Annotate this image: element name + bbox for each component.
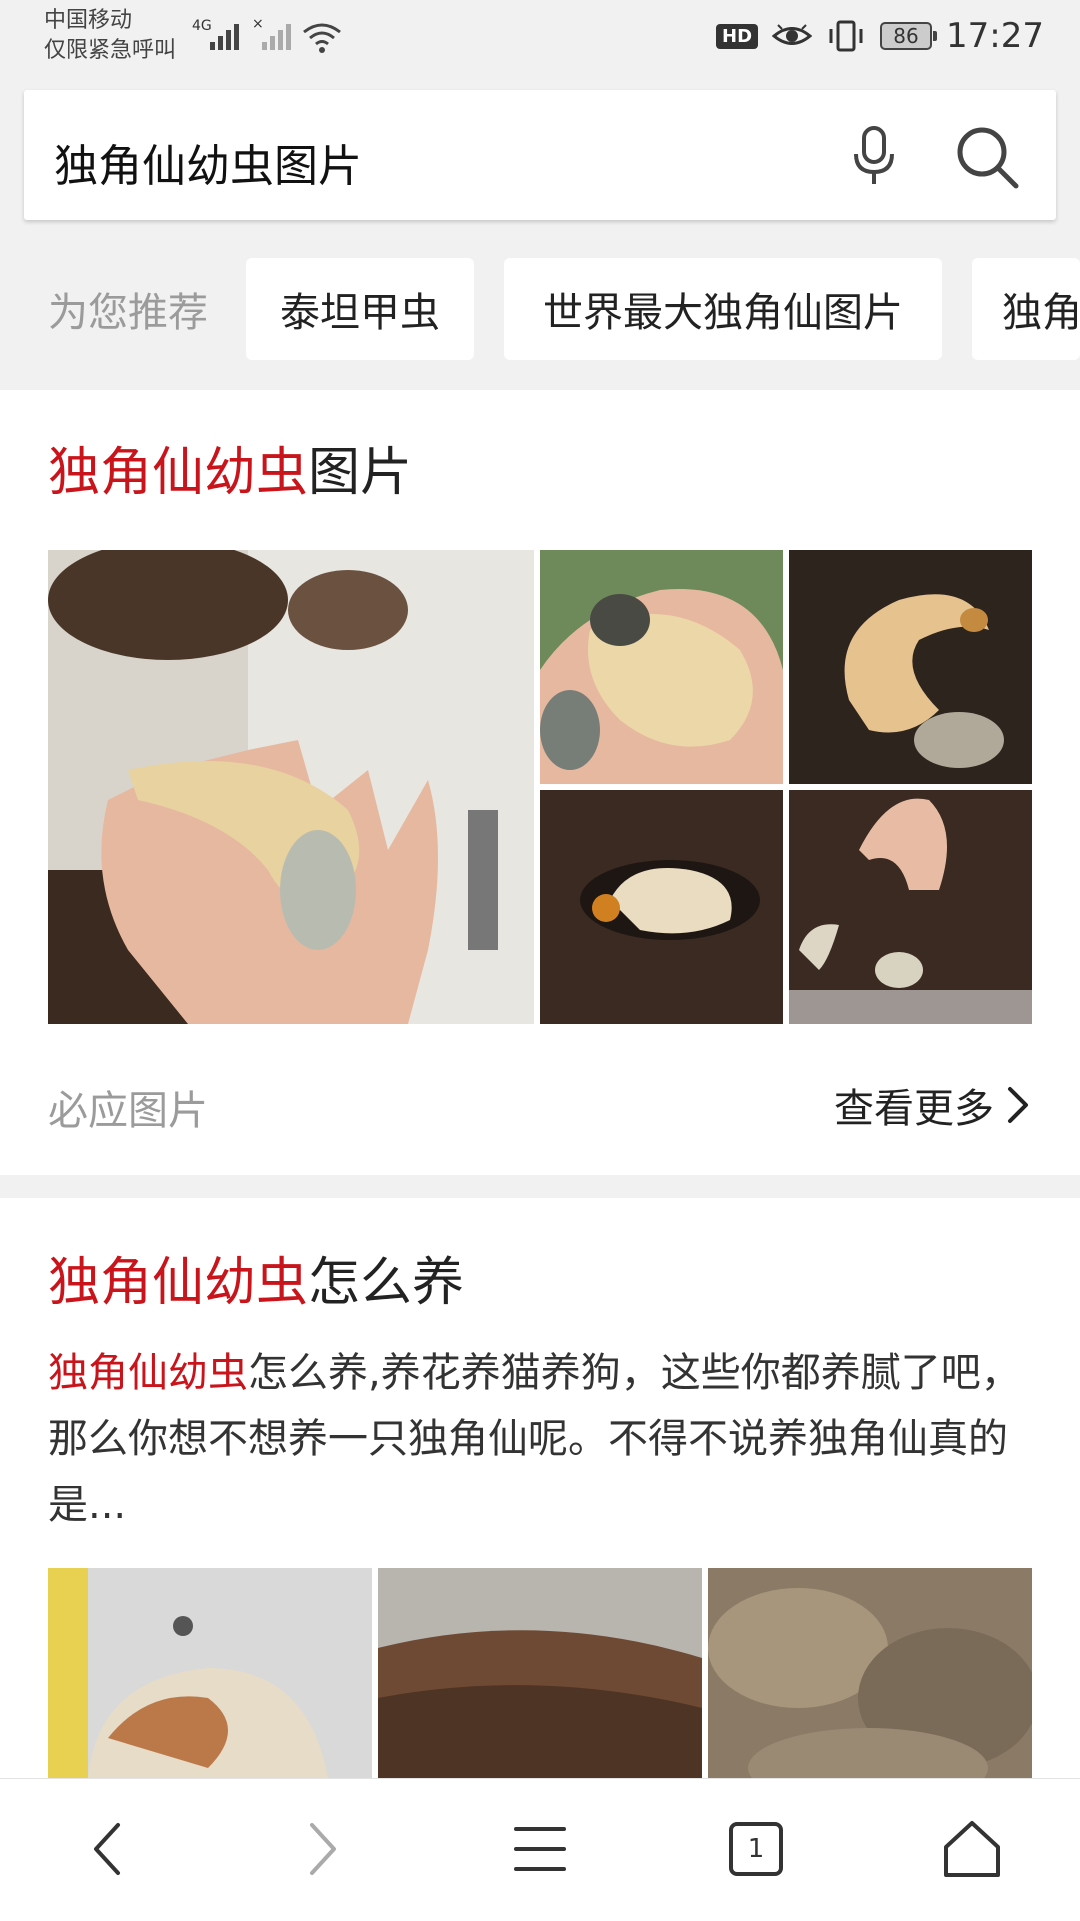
signal-no-service-icon: × [252,16,291,50]
tabs-count: 1 [729,1822,783,1876]
larva-image[interactable] [789,790,1032,1024]
card-title[interactable]: 独角仙幼虫图片 [48,430,412,505]
image-source-label: 必应图片 [48,1088,208,1134]
clock: 17:27 [946,16,1044,56]
search-input[interactable]: 独角仙幼虫图片 [54,130,362,194]
article-title-link[interactable]: 独角仙幼虫怎么养 [48,1240,464,1315]
chevron-left-icon [94,1823,120,1875]
eye-comfort-icon [772,24,813,45]
menu-icon [514,1827,566,1871]
search-icon[interactable] [954,124,1020,190]
emergency-only-text: 仅限紧急呼叫 [44,38,177,63]
wifi-icon [303,23,341,53]
home-icon [944,1821,1000,1877]
larva-image[interactable] [789,550,1032,784]
carrier-name: 中国移动 [44,8,133,33]
article-image[interactable] [378,1568,702,1778]
recommend-chip[interactable]: 独角 [972,258,1080,360]
battery-indicator: 86 [880,22,938,50]
article-snippet: 独角仙幼虫怎么养,养花养猫养狗，这些你都养腻了吧，那么你想不想养一只独角仙呢。不… [48,1340,1028,1538]
article-image[interactable] [708,1568,1032,1778]
larva-image[interactable] [540,790,783,1024]
home-button[interactable] [932,1809,1012,1889]
forward-button[interactable] [282,1809,362,1889]
see-more-label: 查看更多 [834,1086,994,1132]
vibrate-icon [829,20,863,52]
recommend-chip[interactable]: 泰坦甲虫 [246,258,474,360]
chevron-right-icon [310,1823,336,1875]
microphone-icon[interactable] [844,124,904,188]
recommend-chip[interactable]: 世界最大独角仙图片 [504,258,942,360]
svg-text:×: × [252,16,264,32]
title-rest: 图片 [308,443,413,503]
image-results-card: 独角仙幼虫图片 必应图片 查看更多 [0,390,1080,1175]
title-rest: 怎么养 [308,1253,465,1313]
title-highlight: 独角仙幼虫 [48,1253,309,1313]
status-bar: 中国移动 仅限紧急呼叫 4G × HD 86 17:27 [0,0,1080,72]
larva-image[interactable] [540,550,783,784]
signal-4g-icon: 4G [192,18,239,50]
hd-badge: HD [716,23,759,49]
status-right-group: HD 86 17:27 [716,12,1044,60]
recommend-label: 为您推荐 [48,290,208,336]
see-more-link[interactable]: 查看更多 [834,1076,1030,1134]
svg-text:4G: 4G [192,18,212,34]
article-image[interactable] [48,1568,372,1778]
larva-image[interactable] [48,550,534,1024]
snippet-highlight: 独角仙幼虫 [48,1350,248,1396]
menu-button[interactable] [500,1809,580,1889]
search-box[interactable]: 独角仙幼虫图片 [24,90,1056,220]
chevron-right-icon [1008,1087,1028,1123]
bottom-navigation-bar: 1 [0,1778,1080,1921]
back-button[interactable] [68,1809,148,1889]
article-result-card: 独角仙幼虫怎么养 独角仙幼虫怎么养,养花养猫养狗，这些你都养腻了吧，那么你想不想… [0,1198,1080,1778]
carrier-info: 中国移动 仅限紧急呼叫 [44,6,176,66]
title-highlight: 独角仙幼虫 [48,443,309,503]
tabs-button[interactable]: 1 [716,1809,796,1889]
